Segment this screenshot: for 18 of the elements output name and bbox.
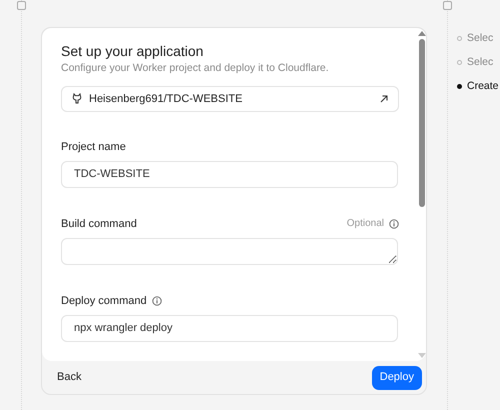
repository-name: Heisenberg691/TDC-WEBSITE bbox=[89, 92, 244, 106]
dialog-title: Set up your application bbox=[61, 42, 204, 60]
deploy-button[interactable]: Deploy bbox=[372, 366, 422, 390]
dialog-subtitle: Configure your Worker project and deploy it to Cloudflare. bbox=[61, 62, 330, 76]
text-field[interactable]: TDC-WEBSITE bbox=[61, 160, 398, 188]
build-command-field[interactable] bbox=[61, 238, 398, 265]
step-label[interactable]: Create bbox=[467, 78, 499, 94]
field-label: Project name bbox=[61, 140, 126, 154]
resize-handle[interactable] bbox=[17, 1, 26, 10]
field-label: Build command bbox=[61, 216, 137, 231]
text-field[interactable]: npx wrangler deploy bbox=[61, 314, 398, 342]
back-button[interactable]: Back bbox=[55, 367, 84, 388]
optional-hint: Optional bbox=[346, 216, 384, 231]
resize-handle[interactable] bbox=[443, 1, 452, 10]
field-label: Deploy command bbox=[61, 294, 147, 308]
github-icon bbox=[72, 93, 82, 104]
external-link-icon bbox=[380, 94, 388, 103]
repository-link[interactable]: Heisenberg691/TDC-WEBSITE bbox=[61, 86, 399, 112]
